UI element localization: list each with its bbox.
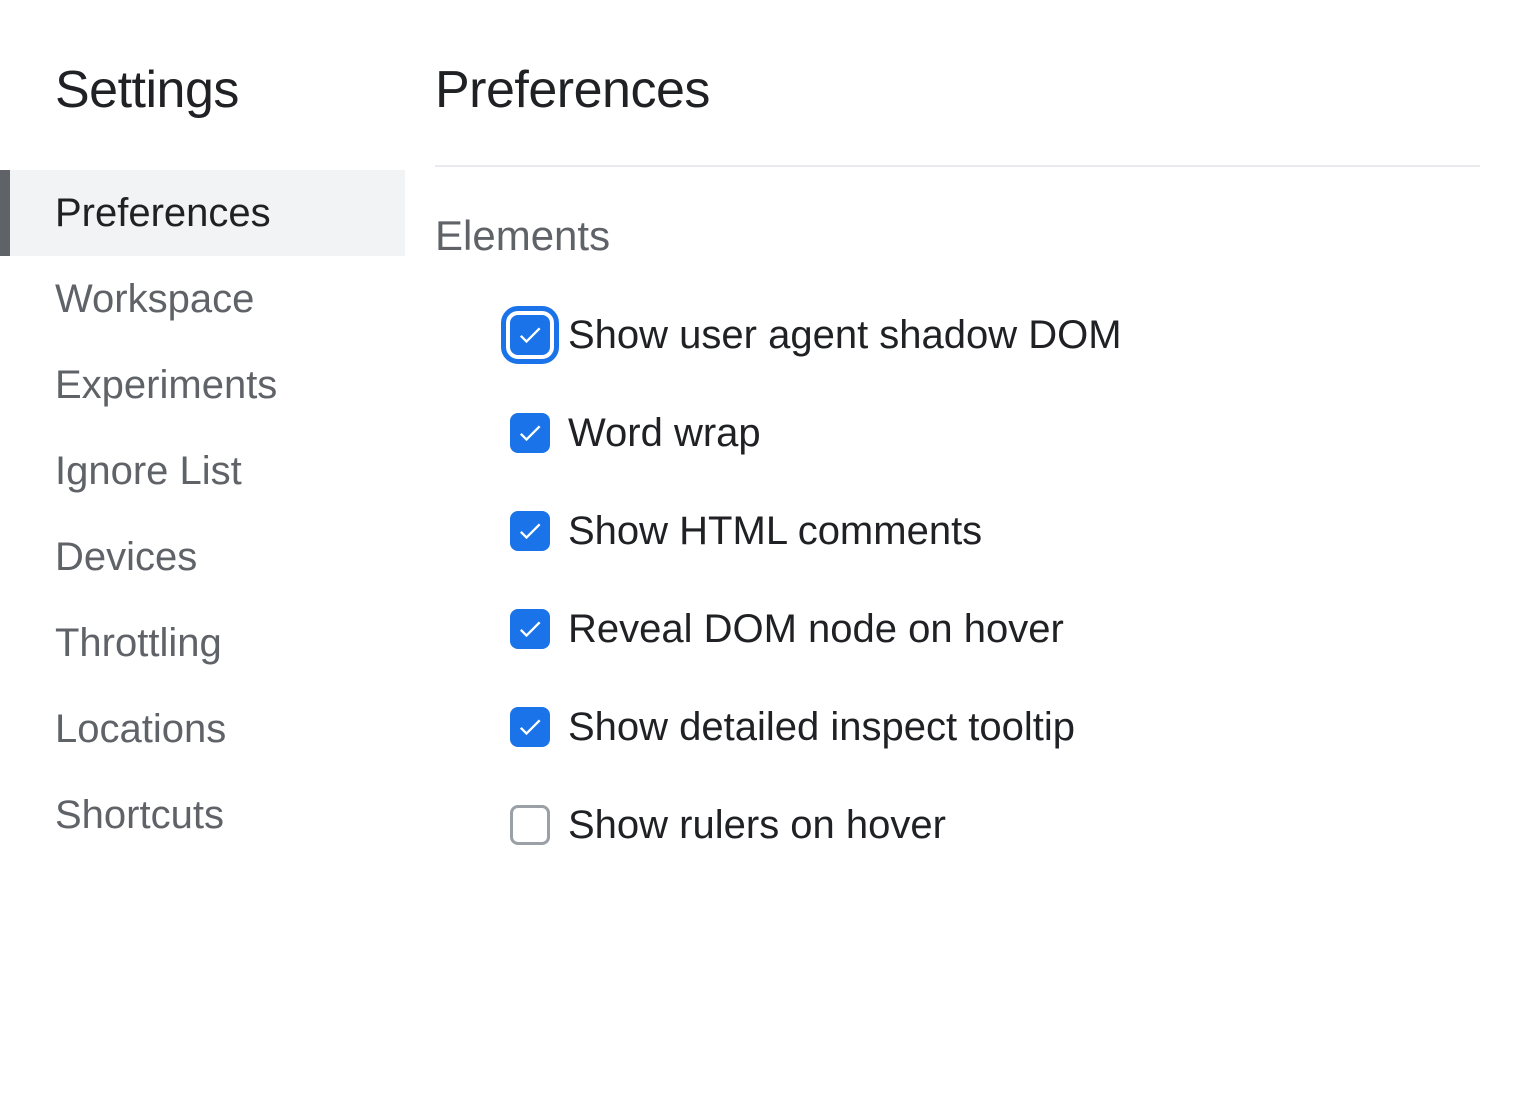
sidebar-item-label: Ignore List (55, 449, 242, 493)
sidebar-item-shortcuts[interactable]: Shortcuts (0, 772, 405, 858)
sidebar-item-preferences[interactable]: Preferences (0, 170, 405, 256)
option-row-html-comments: Show HTML comments (435, 511, 1480, 551)
checkbox-html-comments[interactable] (510, 511, 550, 551)
option-label: Word wrap (568, 413, 761, 453)
check-icon (516, 321, 544, 349)
checkbox-shadow-dom[interactable] (510, 315, 550, 355)
sidebar-item-label: Shortcuts (55, 793, 224, 837)
sidebar-item-label: Devices (55, 535, 197, 579)
option-label: Show HTML comments (568, 511, 982, 551)
check-icon (516, 517, 544, 545)
page-title: Preferences (435, 60, 1480, 120)
sidebar-item-workspace[interactable]: Workspace (0, 256, 405, 342)
checkbox-word-wrap[interactable] (510, 413, 550, 453)
checkbox-inspect-tooltip[interactable] (510, 707, 550, 747)
option-label: Show user agent shadow DOM (568, 315, 1122, 355)
check-icon (516, 713, 544, 741)
sidebar-item-label: Workspace (55, 277, 254, 321)
option-label: Show detailed inspect tooltip (568, 707, 1075, 747)
sidebar-item-throttling[interactable]: Throttling (0, 600, 405, 686)
sidebar-item-label: Experiments (55, 363, 277, 407)
option-row-inspect-tooltip: Show detailed inspect tooltip (435, 707, 1480, 747)
option-row-shadow-dom: Show user agent shadow DOM (435, 315, 1480, 355)
option-row-reveal-dom: Reveal DOM node on hover (435, 609, 1480, 649)
sidebar-item-experiments[interactable]: Experiments (0, 342, 405, 428)
option-label: Reveal DOM node on hover (568, 609, 1064, 649)
sidebar-item-label: Throttling (55, 621, 222, 665)
sidebar-item-label: Locations (55, 707, 226, 751)
option-row-word-wrap: Word wrap (435, 413, 1480, 453)
option-label: Show rulers on hover (568, 805, 946, 845)
sidebar-item-devices[interactable]: Devices (0, 514, 405, 600)
main-content: Preferences Elements Show user agent sha… (405, 0, 1520, 1110)
option-row-rulers: Show rulers on hover (435, 805, 1480, 845)
check-icon (516, 419, 544, 447)
settings-sidebar: Settings Preferences Workspace Experimen… (0, 0, 405, 1110)
sidebar-item-ignore-list[interactable]: Ignore List (0, 428, 405, 514)
sidebar-title: Settings (0, 60, 405, 120)
checkbox-reveal-dom[interactable] (510, 609, 550, 649)
checkbox-rulers[interactable] (510, 805, 550, 845)
divider (435, 165, 1480, 167)
sidebar-item-locations[interactable]: Locations (0, 686, 405, 772)
check-icon (516, 615, 544, 643)
sidebar-item-label: Preferences (55, 191, 271, 235)
section-title-elements: Elements (435, 212, 1480, 260)
